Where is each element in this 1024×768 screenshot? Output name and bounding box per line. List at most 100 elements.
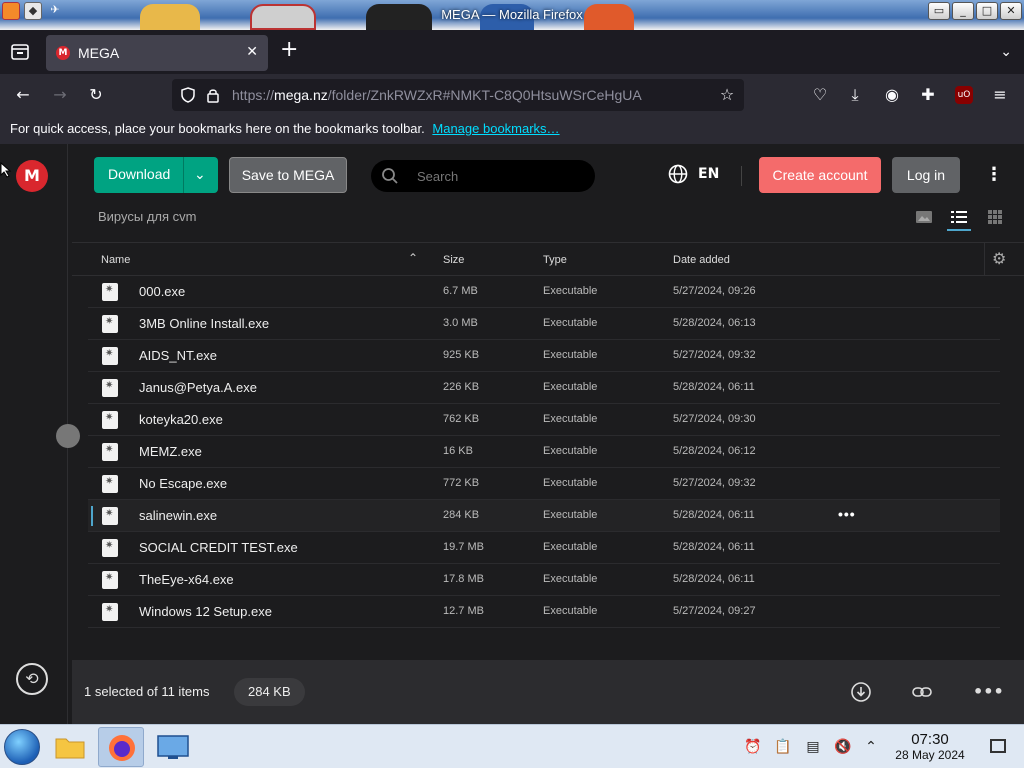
window-shade-button[interactable]: ▭ xyxy=(928,2,950,20)
file-size: 12.7 MB xyxy=(443,605,484,617)
reload-icon[interactable]: ↻ xyxy=(87,86,105,104)
manage-bookmarks-link[interactable]: Manage bookmarks… xyxy=(432,121,559,136)
navigation-bar: ← → ↻ https://mega.nz/folder/ZnkRWZxR#NM… xyxy=(0,74,1024,116)
table-row[interactable]: Janus@Petya.A.exe 226 KB Executable 5/28… xyxy=(88,372,1000,404)
column-header-size[interactable]: Size xyxy=(443,254,464,266)
column-header-name[interactable]: Name xyxy=(101,254,130,266)
executable-file-icon xyxy=(102,475,118,493)
url-text[interactable]: https://mega.nz/folder/ZnkRWZxR#NMKT-C8Q… xyxy=(232,87,642,103)
table-row[interactable]: SOCIAL CREDIT TEST.exe 19.7 MB Executabl… xyxy=(88,532,1000,564)
file-name: 3MB Online Install.exe xyxy=(139,316,270,331)
link-icon[interactable] xyxy=(911,681,933,703)
chevron-down-icon[interactable]: ⌄ xyxy=(194,166,206,183)
more-options-icon[interactable]: ⋮ xyxy=(985,166,1003,186)
list-view-icon[interactable] xyxy=(950,208,968,226)
selection-count: 1 selected of 11 items xyxy=(84,684,210,699)
table-row[interactable]: 000.exe 6.7 MB Executable 5/27/2024, 09:… xyxy=(88,276,1000,308)
table-row[interactable]: 3MB Online Install.exe 3.0 MB Executable… xyxy=(88,308,1000,340)
tab-close-icon[interactable]: ✕ xyxy=(246,44,258,60)
file-name: Windows 12 Setup.exe xyxy=(139,604,272,619)
volume-muted-icon[interactable]: 🔇 xyxy=(834,738,852,756)
firefox-taskbar-button[interactable] xyxy=(98,727,144,767)
sort-ascending-icon[interactable]: ⌃ xyxy=(408,251,418,265)
clipboard-icon[interactable]: ▤ xyxy=(804,738,822,756)
taskbar-clock[interactable]: 07:30 28 May 2024 xyxy=(888,731,972,762)
url-domain: mega.nz xyxy=(274,87,328,103)
table-row[interactable]: MEMZ.exe 16 KB Executable 5/28/2024, 06:… xyxy=(88,436,1000,468)
file-name: salinewin.exe xyxy=(139,508,218,523)
mega-sync-icon[interactable]: ⟲ xyxy=(16,663,48,695)
table-row[interactable]: No Escape.exe 772 KB Executable 5/27/202… xyxy=(88,468,1000,500)
column-header-type[interactable]: Type xyxy=(543,254,567,266)
start-menu-button[interactable] xyxy=(4,729,40,765)
table-row[interactable]: TheEye-x64.exe 17.8 MB Executable 5/28/2… xyxy=(88,564,1000,596)
executable-file-icon xyxy=(102,571,118,589)
download-circle-icon[interactable] xyxy=(850,681,872,703)
chevron-up-icon[interactable]: ⌃ xyxy=(862,738,880,756)
file-type: Executable xyxy=(543,541,598,553)
clock-date: 28 May 2024 xyxy=(895,748,965,762)
firefox-view-icon[interactable] xyxy=(10,42,30,62)
url-bar[interactable]: https://mega.nz/folder/ZnkRWZxR#NMKT-C8Q… xyxy=(172,79,744,111)
row-more-options-icon[interactable]: ••• xyxy=(838,506,856,522)
lock-icon[interactable] xyxy=(206,87,220,103)
scrollbar-handle[interactable] xyxy=(56,424,80,448)
executable-file-icon xyxy=(102,315,118,333)
footer-more-options-icon[interactable]: ••• xyxy=(973,681,1004,703)
download-button[interactable]: Download ⌄ xyxy=(94,157,218,193)
language-selector[interactable]: EN xyxy=(668,164,719,184)
search-input[interactable] xyxy=(417,166,577,186)
file-type: Executable xyxy=(543,317,598,329)
show-desktop-icon[interactable] xyxy=(990,739,1006,753)
file-date: 5/27/2024, 09:32 xyxy=(673,477,756,489)
log-in-button[interactable]: Log in xyxy=(892,157,960,193)
window-maximize-button[interactable]: □ xyxy=(976,2,998,20)
selection-size-badge: 284 KB xyxy=(234,678,305,706)
mega-logo-icon[interactable]: M xyxy=(16,160,48,192)
header-divider xyxy=(984,243,985,275)
globe-icon xyxy=(668,164,688,184)
mega-favicon-icon: M xyxy=(56,46,70,60)
hamburger-menu-icon[interactable]: ≡ xyxy=(991,86,1009,104)
selection-indicator xyxy=(91,506,93,526)
file-list: 000.exe 6.7 MB Executable 5/27/2024, 09:… xyxy=(88,276,1000,628)
table-row-selected[interactable]: salinewin.exe 284 KB Executable 5/28/202… xyxy=(88,500,1000,532)
downloads-icon[interactable]: ⤓ xyxy=(846,86,864,104)
network-app-taskbar-button[interactable] xyxy=(150,727,196,767)
column-settings-gear-icon[interactable]: ⚙ xyxy=(992,249,1006,269)
back-arrow-icon[interactable]: ← xyxy=(14,86,32,104)
thumbnail-view-icon[interactable] xyxy=(915,208,933,226)
table-row[interactable]: AIDS_NT.exe 925 KB Executable 5/27/2024,… xyxy=(88,340,1000,372)
bookmark-star-icon[interactable]: ☆ xyxy=(718,86,736,104)
window-close-button[interactable]: ✕ xyxy=(1000,2,1022,20)
window-minimize-button[interactable]: _ xyxy=(952,2,974,20)
breadcrumb[interactable]: Вирусы для cvm xyxy=(98,209,196,224)
file-type: Executable xyxy=(543,285,598,297)
file-size: 226 KB xyxy=(443,381,480,393)
table-row[interactable]: Windows 12 Setup.exe 12.7 MB Executable … xyxy=(88,596,1000,628)
notification-tray-icon[interactable]: 📋 xyxy=(774,738,792,756)
file-date: 5/27/2024, 09:26 xyxy=(673,285,756,297)
mouse-cursor-icon xyxy=(0,162,12,178)
table-row[interactable]: koteyka20.exe 762 KB Executable 5/27/202… xyxy=(88,404,1000,436)
alarm-clock-icon[interactable]: ⏰ xyxy=(744,738,762,756)
pocket-icon[interactable]: ♡ xyxy=(811,86,829,104)
column-header-date[interactable]: Date added xyxy=(673,254,730,266)
extensions-puzzle-icon[interactable]: ✚ xyxy=(919,86,937,104)
tab-mega[interactable]: M MEGA ✕ xyxy=(46,35,268,71)
executable-file-icon xyxy=(102,347,118,365)
create-account-button[interactable]: Create account xyxy=(759,157,881,193)
forward-arrow-icon[interactable]: → xyxy=(51,86,69,104)
file-explorer-taskbar-button[interactable] xyxy=(47,727,93,767)
search-box[interactable] xyxy=(371,160,595,192)
account-icon[interactable]: ◉ xyxy=(883,86,901,104)
list-all-tabs-chevron-icon[interactable]: ⌄ xyxy=(1000,44,1012,60)
new-tab-button[interactable]: + xyxy=(280,39,298,61)
grid-view-icon[interactable] xyxy=(986,208,1004,226)
file-date: 5/28/2024, 06:12 xyxy=(673,445,756,457)
file-date: 5/28/2024, 06:11 xyxy=(673,541,755,553)
save-to-mega-button[interactable]: Save to MEGA xyxy=(229,157,347,193)
tracking-protection-shield-icon[interactable] xyxy=(180,87,196,103)
ublock-origin-icon[interactable]: uO xyxy=(955,86,973,104)
taskbar: ⏰ 📋 ▤ 🔇 ⌃ 07:30 28 May 2024 xyxy=(0,724,1024,768)
